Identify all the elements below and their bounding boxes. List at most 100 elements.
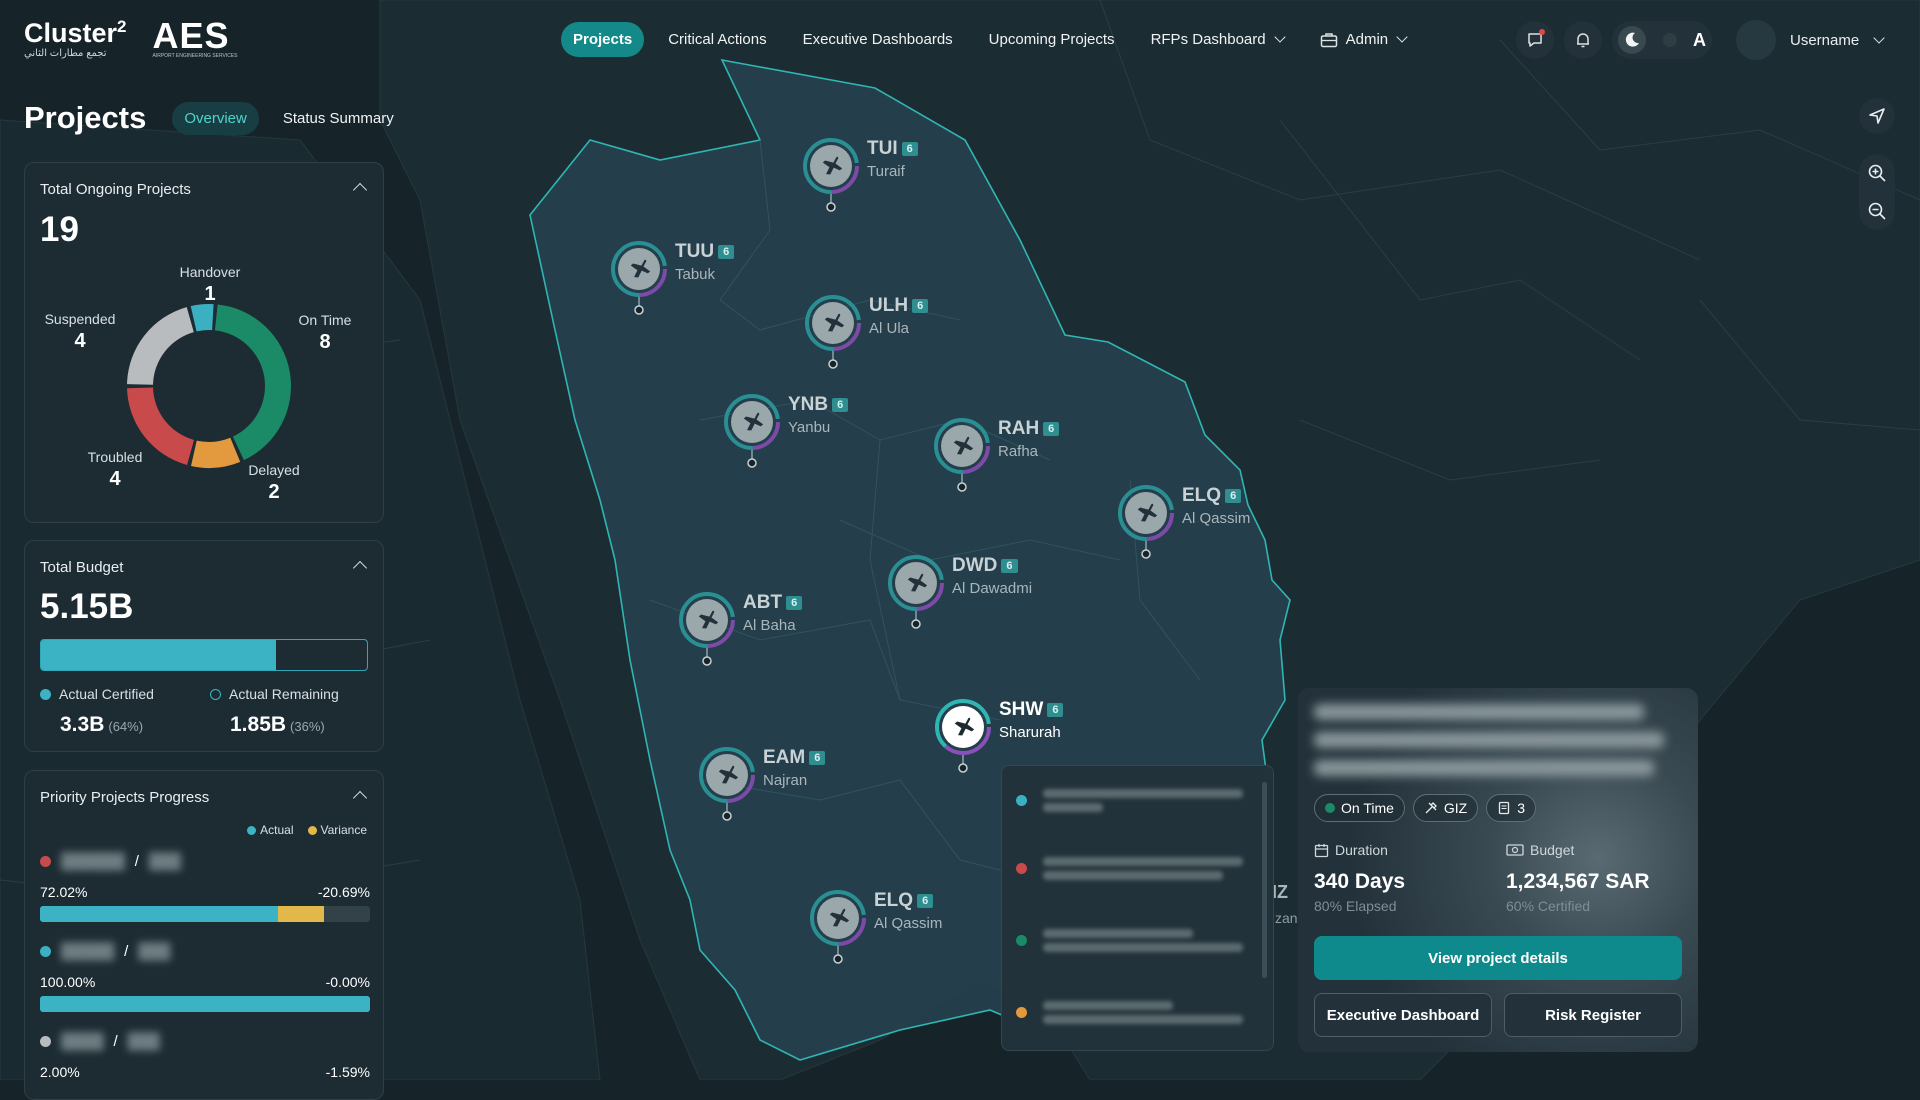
redacted-project-title <box>1314 704 1674 788</box>
tag-label: GIZ <box>1443 800 1468 816</box>
nav-admin[interactable]: Admin <box>1308 22 1419 57</box>
locate-button[interactable] <box>1859 98 1895 134</box>
airplane-icon <box>810 890 866 964</box>
notifications-button[interactable] <box>1564 21 1602 59</box>
redacted-project-name: ██████ <box>61 853 125 870</box>
airport-city: Yanbu <box>788 419 831 436</box>
actual-percent: 2.00% <box>40 1064 80 1080</box>
redacted-project-name: █████ <box>61 943 115 960</box>
collapse-icon[interactable] <box>352 560 368 576</box>
messages-button[interactable] <box>1516 21 1554 59</box>
chevron-down-icon <box>1873 31 1885 44</box>
redacted-text <box>1043 924 1253 957</box>
airport-city: Rafha <box>998 443 1039 460</box>
list-item[interactable] <box>1016 852 1253 885</box>
executive-dashboard-button[interactable]: Executive Dashboard <box>1314 993 1492 1037</box>
segment-value: 4 <box>74 330 86 353</box>
priority-row[interactable]: █████ / ███ 100.00% -0.00% <box>40 943 370 1012</box>
airport-marker[interactable]: ELQ 6 Al Qassim <box>808 888 942 964</box>
budget-total: 5.15B <box>40 587 134 626</box>
logo-primary-text: Cluster <box>24 18 118 48</box>
airplane-icon <box>803 138 859 212</box>
donut-segment-delayed[interactable] <box>191 437 241 468</box>
user-menu[interactable]: Username <box>1736 20 1885 60</box>
airport-label: ABT 6 Al Baha <box>743 592 803 634</box>
airplane-icon <box>679 592 735 666</box>
legend-actual-certified: Actual Certified <box>40 686 154 702</box>
airport-label: TUI 6 Turaif <box>867 138 918 180</box>
status-dot <box>40 856 51 867</box>
airport-marker[interactable]: ELQ 6 Al Qassim <box>1116 483 1250 559</box>
airport-city: Najran <box>763 772 808 789</box>
list-item[interactable] <box>1016 996 1253 1029</box>
ongoing-projects-card: Total Ongoing Projects 19 Handover 1 On T… <box>24 162 384 523</box>
airport-marker[interactable]: SHW 6 Sharurah <box>933 697 1064 773</box>
actual-dot <box>247 825 257 835</box>
header-actions: A Username <box>1516 20 1885 60</box>
airport-code: ULH <box>869 295 909 316</box>
list-item[interactable] <box>1016 924 1253 957</box>
value-pct: (36%) <box>290 719 325 734</box>
tab-overview[interactable]: Overview <box>172 101 259 135</box>
documents-chip[interactable]: 3 <box>1486 794 1537 822</box>
airport-marker[interactable]: TUI 6 Turaif <box>801 136 918 212</box>
airport-label: YNB 6 Yanbu <box>788 394 849 436</box>
budget-value: 1,234,567 SAR <box>1506 870 1650 893</box>
chevron-down-icon <box>1273 31 1286 43</box>
list-item[interactable] <box>1016 784 1253 817</box>
legend-label: Variance <box>320 823 367 837</box>
airport-code: TUI <box>867 138 898 159</box>
airport-marker[interactable]: ULH 6 Al Ula <box>803 293 929 369</box>
card-title: Total Budget <box>40 559 124 576</box>
zoom-out-icon[interactable] <box>1867 201 1887 221</box>
variance-percent: -1.59% <box>325 1064 370 1080</box>
airport-marker[interactable]: YNB 6 Yanbu <box>722 392 849 468</box>
font-size-letter[interactable]: A <box>1693 30 1706 51</box>
separator-slash: / <box>124 943 129 960</box>
nav-upcoming-projects[interactable]: Upcoming Projects <box>977 22 1127 57</box>
tab-status-summary[interactable]: Status Summary <box>271 102 406 135</box>
collapse-icon[interactable] <box>352 182 368 198</box>
risk-register-button[interactable]: Risk Register <box>1504 993 1682 1037</box>
theme-separator <box>1662 33 1677 47</box>
airport-projects-list[interactable] <box>1001 765 1274 1051</box>
view-project-details-button[interactable]: View project details <box>1314 936 1682 980</box>
donut-segment-on-time[interactable] <box>214 304 291 461</box>
brand-logos[interactable]: Cluster2 تجمع مطارات الثاني AES AIRPORT … <box>24 18 238 59</box>
airport-marker[interactable]: DWD 6 Al Dawadmi <box>886 553 1032 629</box>
segment-value: 4 <box>109 468 121 491</box>
briefcase-icon <box>1320 32 1337 47</box>
certified-value: 3.3B (64%) <box>60 713 143 737</box>
project-count-badge: 6 <box>1001 559 1018 573</box>
donut-label-handover: Handover 1 <box>175 263 245 307</box>
segment-label: Handover <box>179 264 241 280</box>
collapse-icon[interactable] <box>352 790 368 806</box>
avatar[interactable] <box>1736 20 1776 60</box>
nav-projects[interactable]: Projects <box>561 22 645 57</box>
airplane-icon <box>699 747 755 821</box>
airport-marker[interactable]: RAH 6 Rafha <box>932 416 1060 492</box>
priority-row[interactable]: ██████ / ███ 72.02% -20.69% <box>40 853 370 922</box>
aes-logo[interactable]: AES AIRPORT ENGINEERING SERVICES <box>153 18 238 59</box>
airport-city: Turaif <box>867 163 905 180</box>
zoom-in-icon[interactable] <box>1867 163 1887 183</box>
nav-critical-actions[interactable]: Critical Actions <box>656 22 778 57</box>
scrollbar[interactable] <box>1262 782 1267 978</box>
airport-marker[interactable]: TUU 6 Tabuk <box>609 239 735 315</box>
project-count-badge: 6 <box>718 245 735 259</box>
priority-row[interactable]: ████ / ███ 2.00% -1.59% <box>40 1033 370 1080</box>
donut-segment-suspended[interactable] <box>127 307 194 385</box>
nav-rfps-dashboard[interactable]: RFPs Dashboard <box>1139 22 1296 57</box>
dark-mode-option[interactable] <box>1618 26 1646 54</box>
status-chip: On Time <box>1314 794 1405 822</box>
nav-executive-dashboards[interactable]: Executive Dashboards <box>791 22 965 57</box>
airport-code-row: ULH 6 <box>869 295 929 317</box>
theme-toggle[interactable]: A <box>1612 21 1712 59</box>
airport-marker[interactable]: ABT 6 Al Baha <box>677 590 803 666</box>
airport-code: DWD <box>952 555 998 576</box>
progress-bar <box>40 906 370 922</box>
airport-marker[interactable]: EAM 6 Najran <box>697 745 826 821</box>
cluster2-logo[interactable]: Cluster2 تجمع مطارات الثاني <box>24 18 127 59</box>
donut-segment-handover[interactable] <box>190 304 214 332</box>
redacted-project-name: ████ <box>61 1033 104 1050</box>
